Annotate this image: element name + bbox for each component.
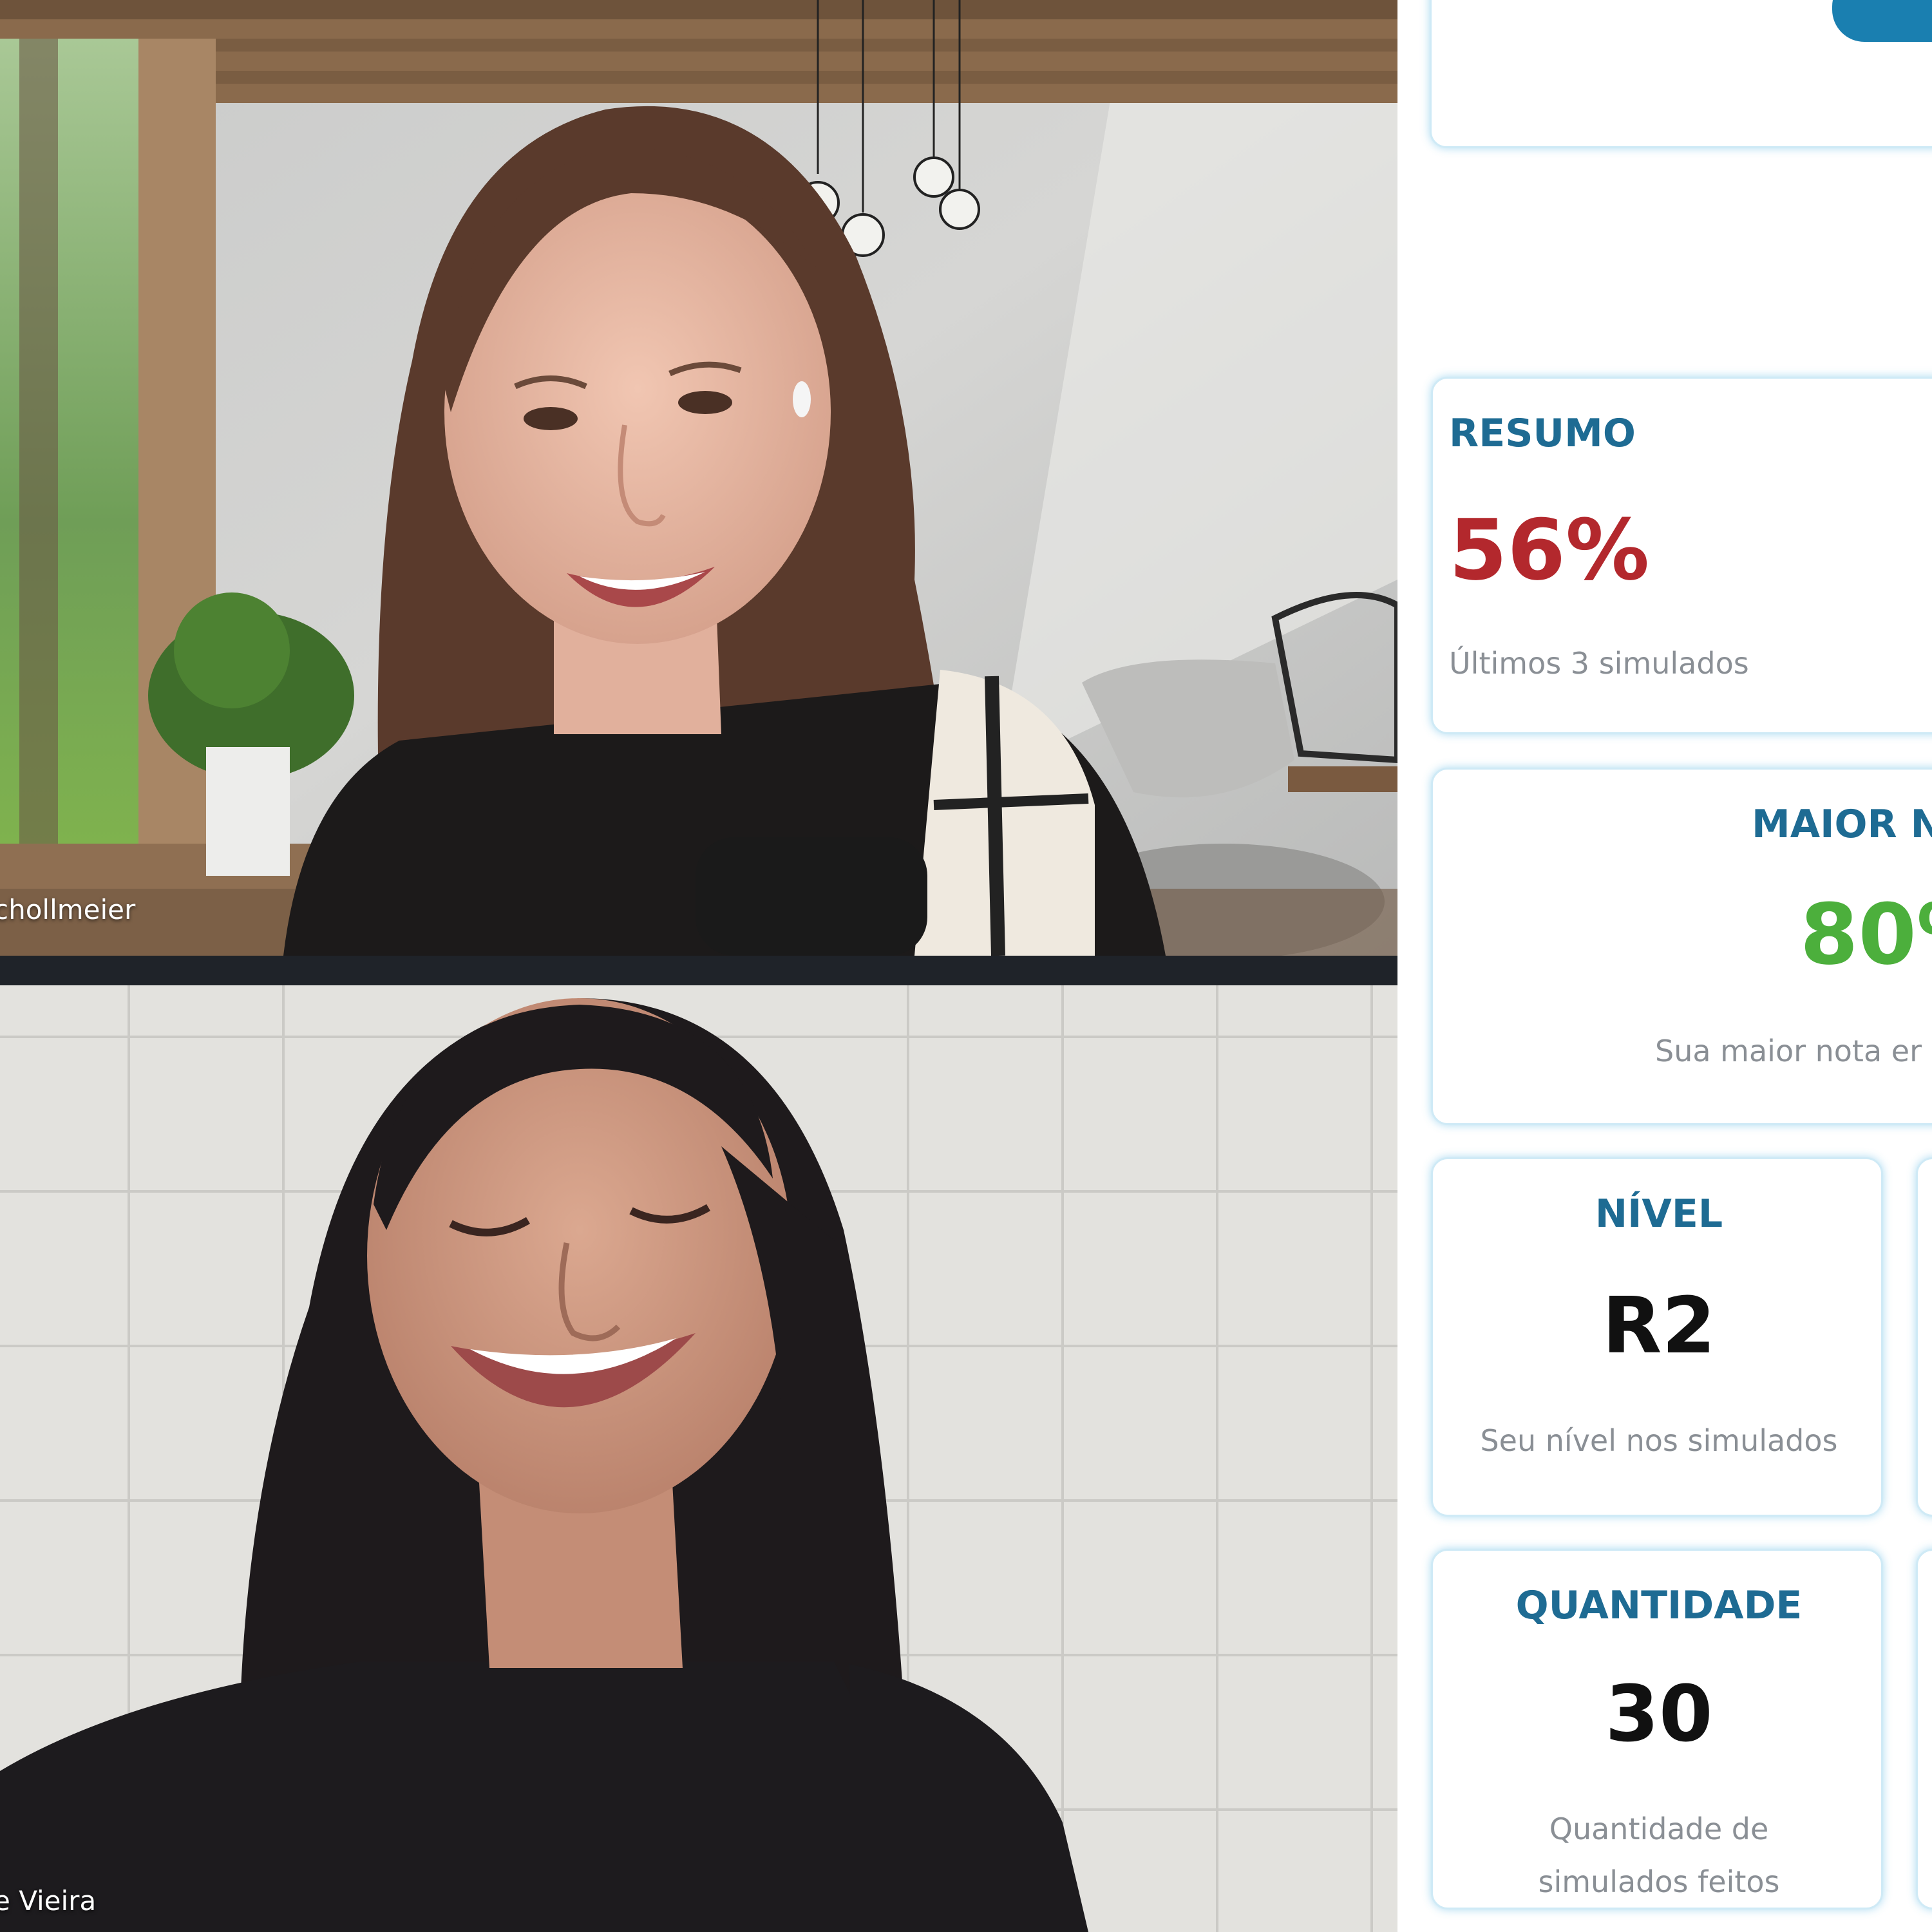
partial-card-right-2 bbox=[1916, 1549, 1932, 1909]
tile-separator bbox=[0, 956, 1397, 985]
video-feed-2 bbox=[0, 985, 1397, 1932]
nivel-value: R2 bbox=[1602, 1282, 1716, 1371]
maior-nota-value: 80% bbox=[1800, 886, 1932, 983]
simulados-dashboard: RESUMO 56% Últimos 3 simulados MAIOR N 8… bbox=[1397, 0, 1932, 1932]
quantidade-subtitle-line2: simulados feitos bbox=[1538, 1864, 1780, 1899]
video-tile-participant-1[interactable]: chollmeier bbox=[0, 0, 1397, 956]
maior-nota-label: MAIOR N bbox=[1752, 802, 1932, 847]
nivel-subtitle: Seu nível nos simulados bbox=[1480, 1423, 1838, 1458]
quantidade-value: 30 bbox=[1605, 1670, 1713, 1759]
participant-name-label: e Vieira bbox=[0, 1885, 97, 1917]
resumo-card: RESUMO 56% Últimos 3 simulados bbox=[1431, 377, 1932, 734]
quantidade-card: QUANTIDADE 30 Quantidade de simulados fe… bbox=[1431, 1549, 1883, 1909]
quantidade-subtitle-line1: Quantidade de bbox=[1549, 1812, 1769, 1846]
participant-name-label: chollmeier bbox=[0, 894, 136, 925]
primary-action-button[interactable] bbox=[1832, 0, 1932, 42]
quantidade-label: QUANTIDADE bbox=[1515, 1583, 1803, 1628]
video-tile-participant-2[interactable]: e Vieira bbox=[0, 985, 1397, 1932]
partial-card-right-1 bbox=[1916, 1157, 1932, 1517]
nivel-label: NÍVEL bbox=[1595, 1191, 1723, 1236]
resumo-value: 56% bbox=[1449, 501, 1650, 599]
maior-nota-card: MAIOR N 80% Sua maior nota er bbox=[1431, 768, 1932, 1125]
nivel-card: NÍVEL R2 Seu nível nos simulados bbox=[1431, 1157, 1883, 1517]
resumo-subtitle: Últimos 3 simulados bbox=[1449, 646, 1749, 681]
video-feed-1 bbox=[0, 0, 1397, 956]
maior-nota-subtitle: Sua maior nota er bbox=[1655, 1034, 1922, 1068]
resumo-label: RESUMO bbox=[1449, 411, 1636, 456]
